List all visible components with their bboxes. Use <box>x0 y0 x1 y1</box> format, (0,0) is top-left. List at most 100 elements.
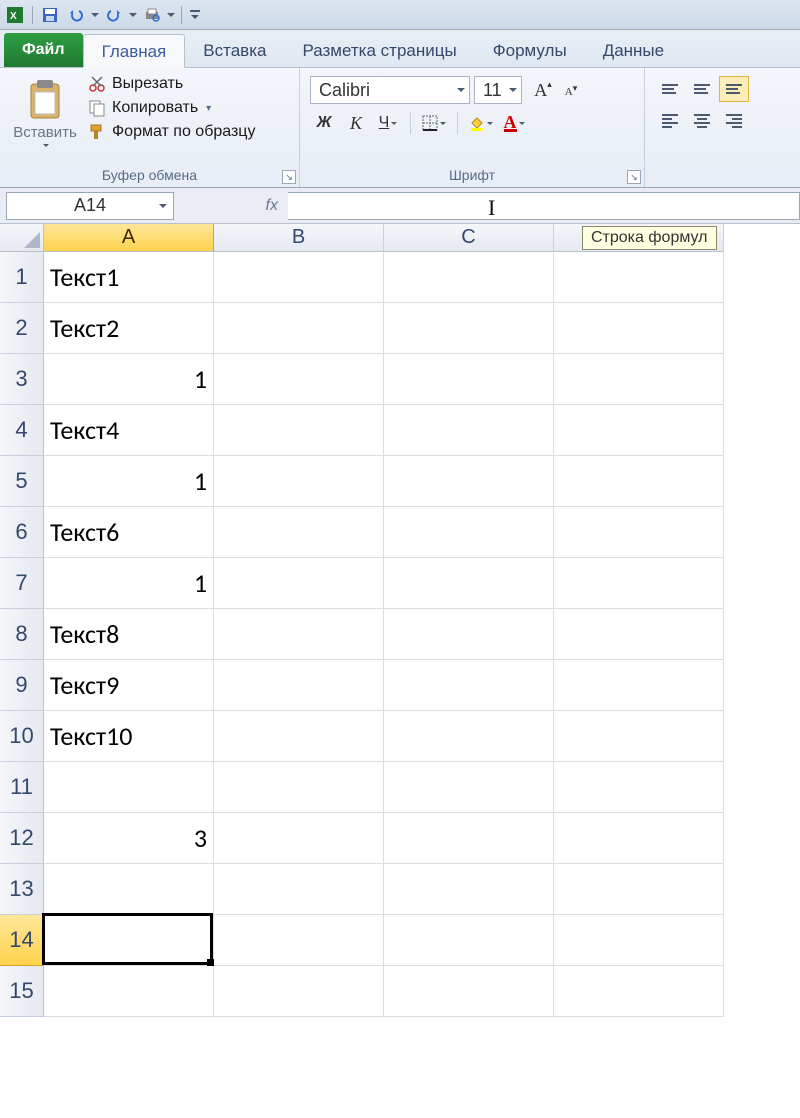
align-center-icon[interactable] <box>687 108 717 134</box>
tab-insert[interactable]: Вставка <box>185 33 284 67</box>
cell[interactable] <box>554 252 724 303</box>
italic-button[interactable]: К <box>342 110 370 136</box>
redo-icon[interactable] <box>103 4 125 26</box>
cell[interactable] <box>214 609 384 660</box>
align-left-icon[interactable] <box>655 108 685 134</box>
align-right-icon[interactable] <box>719 108 749 134</box>
cell[interactable]: Текст4 <box>44 405 214 456</box>
cell[interactable] <box>44 966 214 1017</box>
cell[interactable] <box>554 813 724 864</box>
row-header[interactable]: 13 <box>0 864 44 915</box>
copy-button[interactable]: Копировать ▾ <box>86 98 257 118</box>
cell[interactable] <box>384 303 554 354</box>
row-header[interactable]: 2 <box>0 303 44 354</box>
row-header[interactable]: 5 <box>0 456 44 507</box>
underline-button[interactable]: Ч <box>374 110 402 136</box>
cell[interactable] <box>384 915 554 966</box>
cell[interactable] <box>384 354 554 405</box>
row-header[interactable]: 9 <box>0 660 44 711</box>
font-color-button[interactable]: A <box>500 110 528 136</box>
fx-icon[interactable]: fx <box>266 197 278 215</box>
row-header[interactable]: 6 <box>0 507 44 558</box>
cell[interactable]: Текст1 <box>44 252 214 303</box>
cell[interactable] <box>554 864 724 915</box>
tab-page-layout[interactable]: Разметка страницы <box>284 33 474 67</box>
select-all-corner[interactable] <box>0 224 44 252</box>
row-header[interactable]: 3 <box>0 354 44 405</box>
cell[interactable] <box>214 711 384 762</box>
row-header[interactable]: 12 <box>0 813 44 864</box>
font-size-combo[interactable]: 11 <box>474 76 522 104</box>
formula-bar[interactable]: I <box>288 192 800 220</box>
cell[interactable] <box>554 405 724 456</box>
row-header[interactable]: 7 <box>0 558 44 609</box>
cell[interactable] <box>384 813 554 864</box>
cell[interactable] <box>554 966 724 1017</box>
cell[interactable] <box>384 507 554 558</box>
cell[interactable] <box>214 813 384 864</box>
undo-dropdown-icon[interactable] <box>91 4 99 26</box>
row-header[interactable]: 11 <box>0 762 44 813</box>
tab-home[interactable]: Главная <box>83 34 186 68</box>
cell[interactable]: Текст2 <box>44 303 214 354</box>
cell[interactable] <box>44 864 214 915</box>
cell[interactable] <box>384 660 554 711</box>
cell[interactable]: Текст6 <box>44 507 214 558</box>
col-header-B[interactable]: B <box>214 224 384 252</box>
decrease-font-icon[interactable]: A▾ <box>558 77 584 103</box>
cell[interactable] <box>384 456 554 507</box>
cell[interactable] <box>214 966 384 1017</box>
font-name-combo[interactable]: Calibri <box>310 76 470 104</box>
cell[interactable] <box>554 456 724 507</box>
cell[interactable] <box>44 762 214 813</box>
cell[interactable] <box>554 711 724 762</box>
row-header[interactable]: 8 <box>0 609 44 660</box>
tab-data[interactable]: Данные <box>585 33 682 67</box>
customize-qat-icon[interactable] <box>188 4 202 26</box>
cell[interactable] <box>554 354 724 405</box>
redo-dropdown-icon[interactable] <box>129 4 137 26</box>
cell[interactable] <box>214 354 384 405</box>
cell[interactable] <box>554 303 724 354</box>
tab-formulas[interactable]: Формулы <box>475 33 585 67</box>
cell[interactable] <box>384 558 554 609</box>
align-middle-icon[interactable] <box>687 76 717 102</box>
cell[interactable]: Текст8 <box>44 609 214 660</box>
row-header[interactable]: 1 <box>0 252 44 303</box>
cell[interactable] <box>554 915 724 966</box>
align-top-icon[interactable] <box>655 76 685 102</box>
cell[interactable] <box>384 405 554 456</box>
col-header-A[interactable]: A <box>44 224 214 252</box>
align-bottom-icon[interactable] <box>719 76 749 102</box>
cut-button[interactable]: Вырезать <box>86 74 257 94</box>
cell[interactable]: 1 <box>44 558 214 609</box>
cell[interactable]: 1 <box>44 456 214 507</box>
borders-button[interactable] <box>419 110 449 136</box>
bold-button[interactable]: Ж <box>310 110 338 136</box>
cell[interactable] <box>384 864 554 915</box>
cell[interactable] <box>554 507 724 558</box>
cell[interactable]: 1 <box>44 354 214 405</box>
dialog-launcher-icon[interactable]: ↘ <box>282 170 296 184</box>
cell[interactable] <box>214 405 384 456</box>
row-header[interactable]: 10 <box>0 711 44 762</box>
cell[interactable] <box>214 507 384 558</box>
cell[interactable] <box>214 456 384 507</box>
cell[interactable] <box>214 660 384 711</box>
cell[interactable] <box>384 609 554 660</box>
format-painter-button[interactable]: Формат по образцу <box>86 122 257 142</box>
name-box[interactable]: A14 <box>6 192 174 220</box>
cell[interactable]: Текст9 <box>44 660 214 711</box>
cell[interactable]: 3 <box>44 813 214 864</box>
cell[interactable]: Текст10 <box>44 711 214 762</box>
increase-font-icon[interactable]: A▴ <box>530 77 556 103</box>
cell[interactable] <box>214 252 384 303</box>
dialog-launcher-icon[interactable]: ↘ <box>627 170 641 184</box>
undo-icon[interactable] <box>65 4 87 26</box>
save-icon[interactable] <box>39 4 61 26</box>
col-header-C[interactable]: C <box>384 224 554 252</box>
cell[interactable] <box>554 762 724 813</box>
cell[interactable] <box>384 966 554 1017</box>
row-header[interactable]: 4 <box>0 405 44 456</box>
print-preview-icon[interactable] <box>141 4 163 26</box>
